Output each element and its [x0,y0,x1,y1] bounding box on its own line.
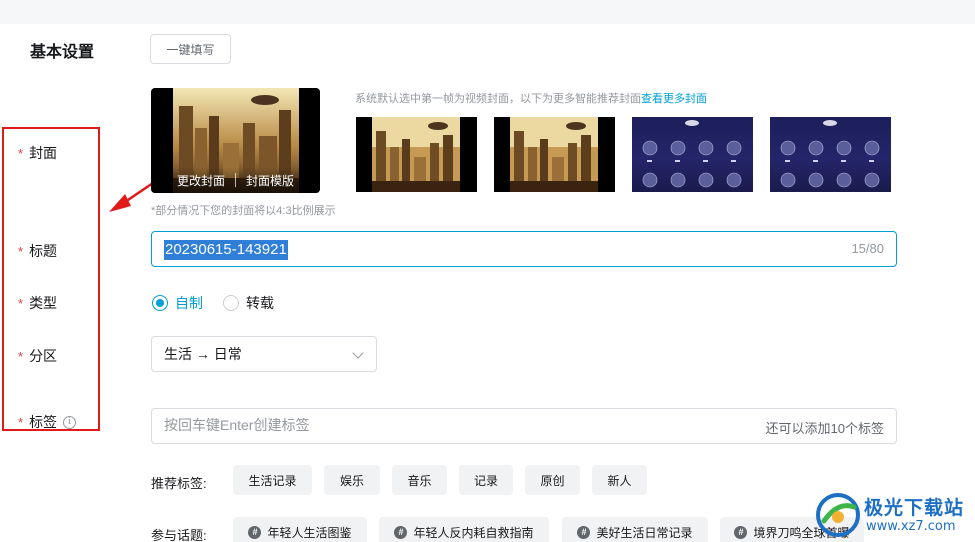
topic-chip[interactable]: # 年轻人生活图鉴 [233,517,367,542]
recommended-tag-chip[interactable]: 生活记录 [233,465,312,495]
top-band [0,0,975,24]
more-covers-link[interactable]: 查看更多封面 [641,93,707,105]
recommended-tag-chip[interactable]: 音乐 [392,465,447,495]
recommended-cover-thumbnail[interactable] [494,117,615,192]
topic-chip[interactable]: # 美好生活日常记录 [562,517,708,542]
watermark-name: 极光下载站 [864,498,965,519]
recommended-tag-chip[interactable]: 新人 [592,465,647,495]
tag-input-box[interactable]: 还可以添加10个标签 [151,408,897,444]
recommended-tag-chip[interactable]: 娱乐 [324,465,380,495]
change-cover-button[interactable]: 更改封面 [167,172,235,189]
title-input[interactable]: 20230615-143921 15/80 [151,231,897,267]
city-illustration [372,117,460,192]
cover-hint: 系统默认选中第一帧为视频封面，以下为更多智能推荐封面查看更多封面 [355,90,707,106]
site-watermark: 极光下载站 www.xz7.com [812,489,975,542]
cover-ratio-note: *部分情况下您的封面将以4:3比例展示 [151,205,336,217]
recommended-cover-thumbnail[interactable] [356,117,477,192]
topic-chip-label: 年轻人反内耗自救指南 [413,525,534,540]
topics-label: 参与话题: [151,528,207,542]
type-repost-label: 转载 [246,295,274,311]
annotation-highlight-box [2,127,100,431]
cover-actions-bar: 更改封面 封面模版 [151,167,320,193]
cover-template-button[interactable]: 封面模版 [236,172,304,189]
city-illustration [510,117,598,192]
chevron-down-icon [352,347,364,359]
zone-selected-value: 生活 → 日常 [164,346,242,362]
topic-chip[interactable]: # 年轻人反内耗自救指南 [379,517,549,542]
hashtag-icon: # [394,525,408,539]
title-value-selected[interactable]: 20230615-143921 [164,240,288,260]
one-click-fill-button[interactable]: 一键填写 [150,34,231,64]
type-repost-radio[interactable]: 转载 [223,293,274,313]
night-keypad-illustration [780,120,880,188]
recommended-tag-chip[interactable]: 记录 [459,465,513,495]
type-original-radio[interactable]: 自制 [152,293,203,313]
night-keypad-illustration [642,120,742,188]
section-title: 基本设置 [30,44,95,61]
main-cover-preview[interactable]: 更改封面 封面模版 [151,88,320,193]
watermark-url: www.xz7.com [866,519,956,534]
radio-checked-icon [152,295,168,311]
watermark-logo-icon [816,493,860,537]
recommended-tag-chip[interactable]: 原创 [525,465,580,495]
hashtag-icon: # [734,525,748,539]
type-original-label: 自制 [175,295,203,311]
radio-unchecked-icon [223,295,239,311]
cover-hint-text: 系统默认选中第一帧为视频封面，以下为更多智能推荐封面 [355,93,641,105]
zone-select[interactable]: 生活 → 日常 [151,336,377,372]
recommended-cover-thumbnail[interactable] [632,117,753,192]
recommended-tags-label: 推荐标签: [151,476,207,491]
hashtag-icon: # [577,525,591,539]
title-char-count: 15/80 [851,241,884,256]
hashtag-icon: # [248,525,262,539]
topic-chip-label: 年轻人生活图鉴 [267,525,352,540]
topic-chip-label: 美好生活日常记录 [596,525,693,540]
tag-remaining-count: 还可以添加10个标签 [765,421,884,436]
recommended-cover-thumbnail[interactable] [770,117,891,192]
tag-input[interactable] [164,417,664,433]
